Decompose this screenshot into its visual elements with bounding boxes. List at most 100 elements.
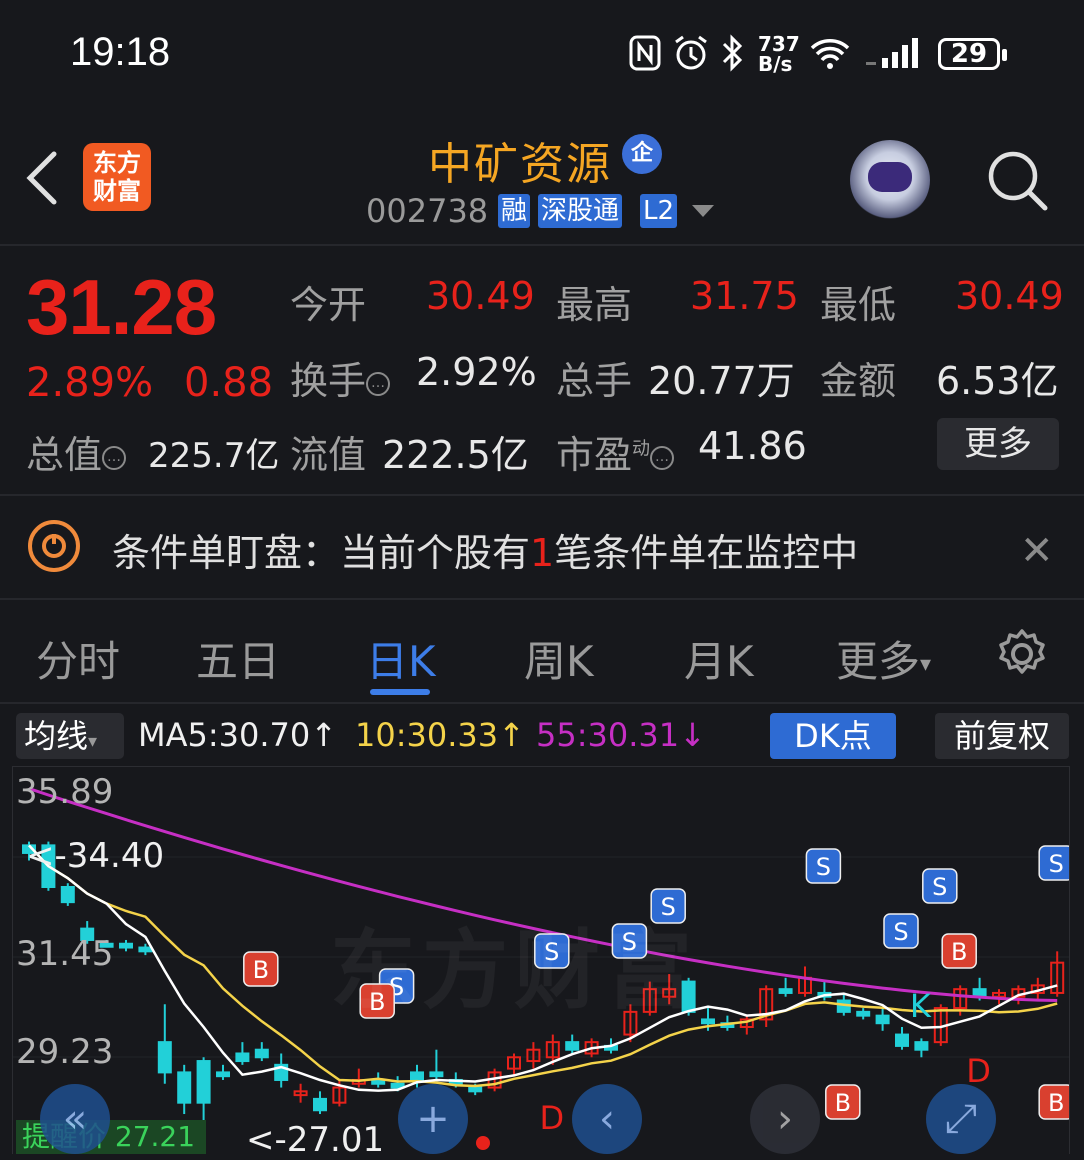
back-button[interactable] [22, 148, 62, 208]
wifi-icon [806, 34, 854, 81]
signal-letter: D [539, 1099, 564, 1137]
more-quote-button[interactable]: 更多 [937, 418, 1059, 470]
battery-icon: 29 [938, 38, 1007, 70]
low-value: 30.49 [955, 274, 1064, 318]
change-percent: 2.89% [26, 360, 154, 406]
candle-body [565, 1041, 580, 1051]
bluetooth-icon [720, 34, 744, 81]
dk-point-button[interactable]: DK点 [770, 713, 896, 759]
sell-signal-text: S [816, 853, 831, 881]
sell-signal-text: S [893, 918, 908, 946]
candle-body [138, 946, 153, 953]
candle-body [60, 886, 75, 904]
chevron-right-icon[interactable]: › [750, 1084, 820, 1154]
pe-label-text: 市盈 [556, 433, 633, 477]
condition-banner-text[interactable]: 条件单盯盘：当前个股有1笔条件单在监控中 [112, 522, 858, 577]
signal-letter: K [910, 987, 932, 1025]
zoom-in-icon[interactable]: + [398, 1084, 468, 1154]
chevron-left-icon[interactable]: ‹ [572, 1084, 642, 1154]
ma10-value: 10:30.33↑ [355, 716, 525, 754]
high-value: 31.75 [690, 274, 799, 318]
condition-count: 1 [530, 531, 555, 575]
tab-daily-k[interactable]: 日K [366, 628, 436, 689]
condition-prefix: 条件单盯盘：当前个股有 [112, 531, 531, 575]
divider [0, 598, 1084, 600]
robot-visor [868, 162, 912, 192]
info-icon[interactable]: … [366, 371, 391, 396]
volume-label: 总手 [556, 359, 633, 403]
fullscreen-icon[interactable]: ⤢ [926, 1084, 996, 1154]
candle-body [119, 942, 133, 949]
search-icon[interactable] [985, 148, 1049, 212]
y-tick-top: 35.89 [16, 772, 114, 812]
enterprise-badge: 企 [622, 134, 662, 174]
float-value: 222.5亿 [382, 433, 529, 477]
current-marker-dot [476, 1136, 490, 1150]
tab-more[interactable]: 更多▾ [836, 628, 931, 689]
candle-body [313, 1097, 327, 1112]
stock-code: 002738 [366, 192, 489, 230]
candle-body [468, 1086, 483, 1093]
condition-suffix: 笔条件单在监控中 [554, 531, 859, 575]
stock-name: 中矿资源 [428, 139, 612, 190]
active-tab-indicator [370, 689, 430, 695]
scroll-left-icon[interactable]: « [40, 1084, 110, 1154]
tab-weekly-k[interactable]: 周K [524, 628, 594, 689]
caret-down-icon: ▾ [920, 652, 932, 677]
tag-sz-connect: 深股通 [538, 194, 623, 228]
close-icon[interactable]: ✕ [1020, 528, 1054, 574]
candle-body [778, 988, 793, 994]
tab-five-day[interactable]: 五日 [196, 628, 280, 689]
watermark: 东方财富 [330, 921, 698, 1021]
alarm-icon [672, 34, 710, 81]
turnover-label[interactable]: 换手… [290, 350, 391, 405]
open-value: 30.49 [426, 274, 535, 318]
caret-down-icon: ▾ [88, 731, 98, 752]
volume-value: 20.77万 [648, 359, 795, 403]
tag-margin: 融 [498, 194, 531, 228]
net-speed-unit: B/s [758, 52, 793, 76]
indicator-select[interactable]: 均线▾ [16, 713, 124, 759]
nfc-icon [628, 34, 662, 81]
open-label: 今开 [290, 283, 367, 327]
app-logo[interactable]: 东方 财富 [83, 143, 151, 211]
mktcap-label[interactable]: 总值… [26, 424, 127, 479]
low-label: 最低 [820, 283, 897, 327]
pe-superscript: 动 [632, 438, 651, 460]
candle-body [895, 1033, 909, 1047]
candle-body [914, 1041, 929, 1051]
buy-signal-text: B [253, 956, 269, 984]
y-tick-low: 29.23 [16, 1032, 114, 1072]
turnover-label-text: 换手 [290, 359, 367, 403]
candle-body [254, 1048, 269, 1059]
tab-monthly-k[interactable]: 月K [684, 628, 754, 689]
candle-body [856, 1010, 871, 1017]
pe-value: 41.86 [698, 424, 807, 468]
candle-body [157, 1041, 172, 1074]
signal-icon [862, 34, 926, 81]
indicator-select-label: 均线 [24, 717, 89, 755]
info-icon[interactable]: … [650, 445, 675, 470]
candle-body [429, 1071, 444, 1078]
max-price-label: <-34.40 [26, 836, 165, 876]
y-tick-mid: 31.45 [16, 934, 114, 974]
pe-label[interactable]: 市盈动… [556, 424, 675, 479]
tab-more-label: 更多 [836, 637, 921, 686]
candle-body [216, 1071, 230, 1078]
candle-body [235, 1052, 250, 1063]
gear-icon[interactable] [996, 628, 1048, 680]
info-icon[interactable]: … [102, 445, 127, 470]
min-price-label: <-27.01 [246, 1120, 385, 1160]
tab-intraday[interactable]: 分时 [36, 628, 120, 689]
sell-signal-text: S [932, 873, 947, 901]
price-adjust-button[interactable]: 前复权 [935, 713, 1069, 759]
divider [0, 494, 1084, 496]
sell-signal-text: S [1049, 850, 1064, 878]
candle-body [196, 1060, 211, 1104]
change-amount: 0.88 [184, 360, 274, 406]
last-price: 31.28 [26, 263, 217, 351]
amount-label: 金额 [820, 359, 897, 403]
amount-value: 6.53亿 [936, 359, 1059, 403]
chevron-down-icon[interactable] [692, 205, 714, 217]
candle-body [177, 1071, 192, 1104]
